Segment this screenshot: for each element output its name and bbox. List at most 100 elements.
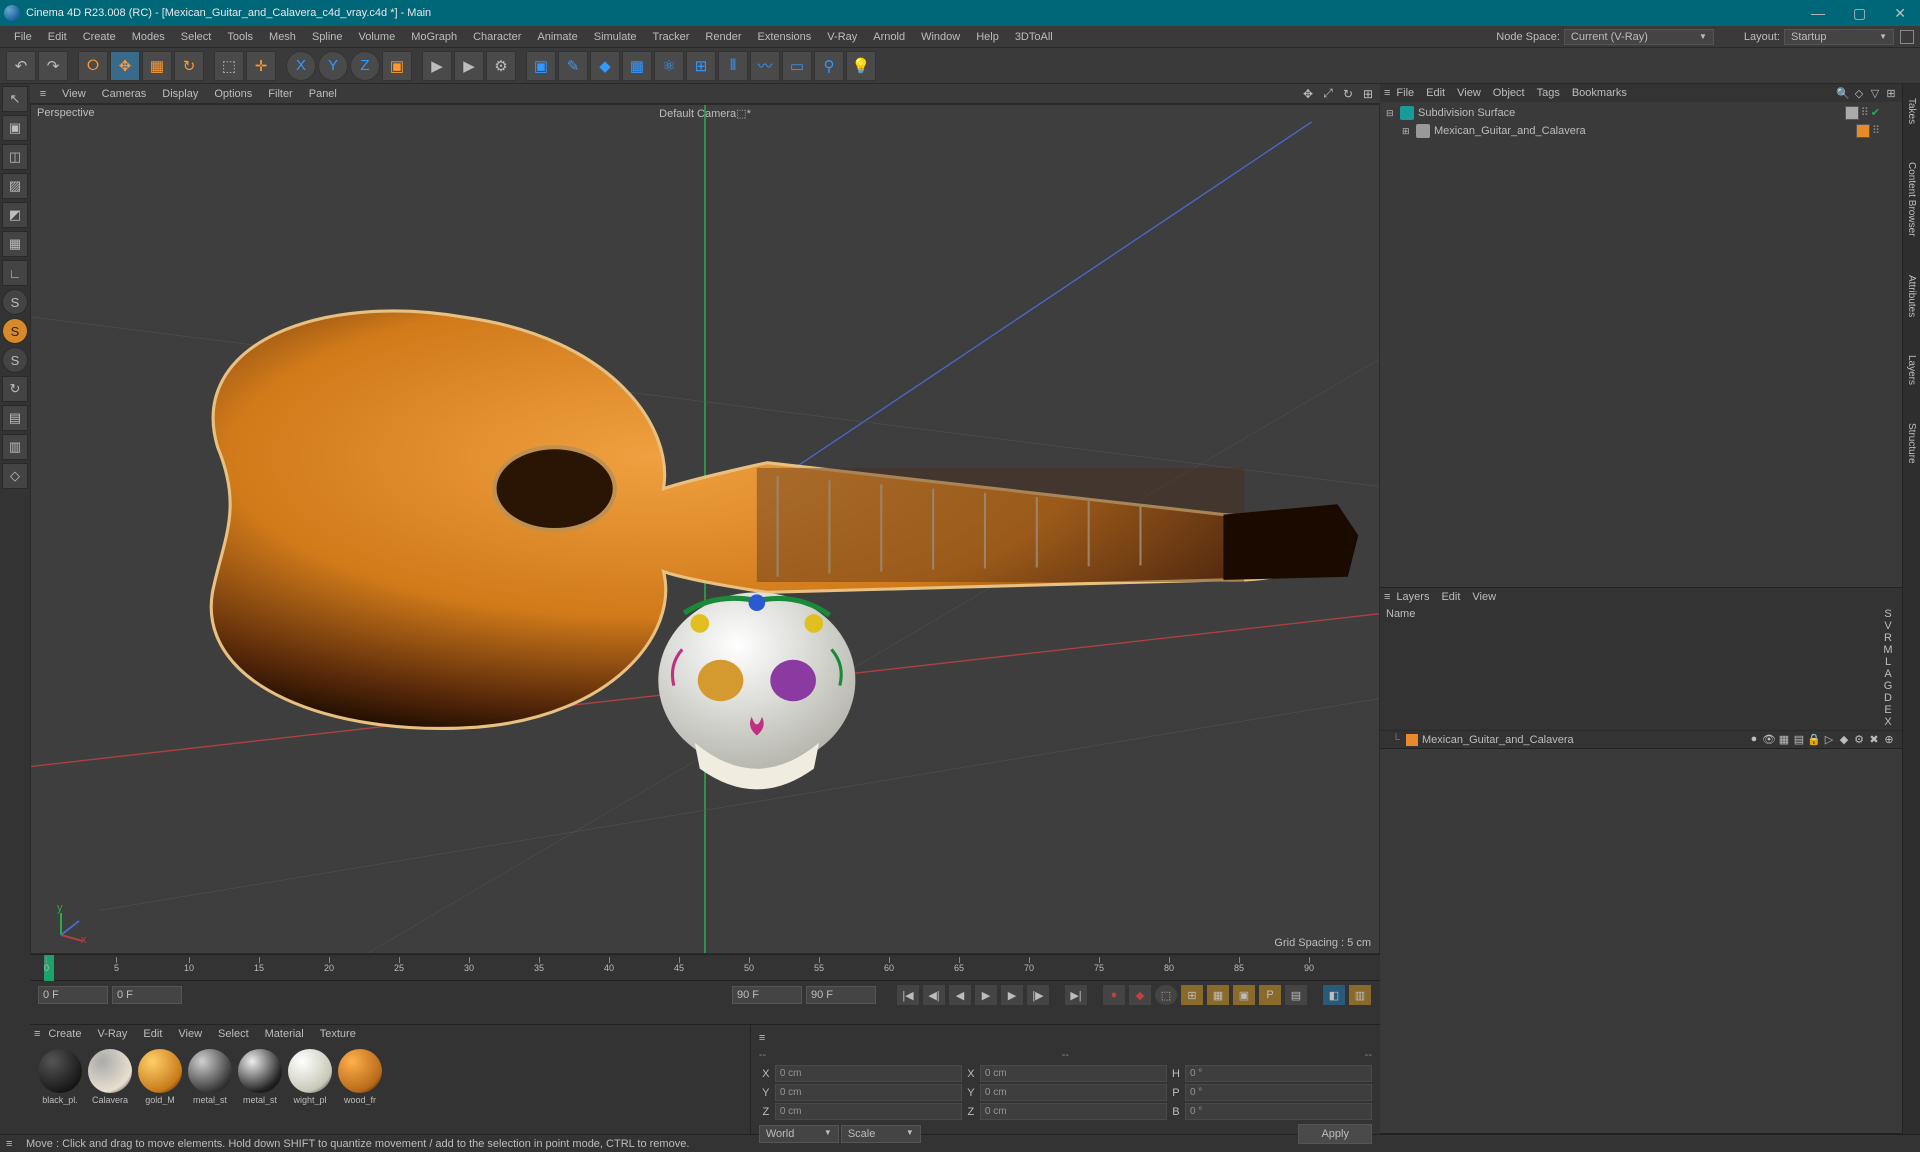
object-tag[interactable] [1856, 124, 1870, 138]
visibility-dots[interactable]: ⠿ [1872, 124, 1880, 138]
size-y-field[interactable]: 0 cm [980, 1084, 1167, 1101]
menu-edit[interactable]: Edit [40, 31, 75, 43]
symmetry-button[interactable]: ⦀ [718, 51, 748, 81]
dock-tab-content-browser[interactable]: Content Browser [1906, 158, 1917, 240]
layout-browse-button[interactable] [1900, 30, 1914, 44]
coord-size-combo[interactable]: Scale▼ [841, 1125, 921, 1143]
render-view-button[interactable]: ▶ [454, 51, 484, 81]
layers-menu-edit[interactable]: Edit [1435, 591, 1466, 603]
keyframe-sel-button[interactable]: ⬚ [1154, 984, 1178, 1006]
menu-select[interactable]: Select [173, 31, 220, 43]
light-button[interactable]: 💡 [846, 51, 876, 81]
prev-frame-button[interactable]: ◀ [948, 984, 972, 1006]
frame-end2-field[interactable]: 90 F [806, 986, 876, 1004]
expand-icon[interactable]: ⊞ [1402, 126, 1412, 137]
rotate-button[interactable]: ↻ [174, 51, 204, 81]
status-menu-icon[interactable]: ≡ [6, 1138, 20, 1150]
next-key-button[interactable]: |▶ [1026, 984, 1050, 1006]
layout-combo[interactable]: Startup▼ [1784, 29, 1894, 45]
pos-y-field[interactable]: 0 cm [775, 1084, 962, 1101]
visibility-dots[interactable]: ⠿ [1861, 106, 1869, 120]
goto-start-button[interactable]: |◀ [896, 984, 920, 1006]
pos-z-field[interactable]: 0 cm [775, 1103, 962, 1120]
next-frame-button[interactable]: ▶ [1000, 984, 1024, 1006]
mode-button-8[interactable]: S [2, 318, 28, 344]
coord-menu-icon[interactable]: ≡ [759, 1032, 765, 1044]
rot-p-field[interactable]: 0 ° [1185, 1084, 1372, 1101]
layers-menu-layers[interactable]: Layers [1390, 591, 1435, 603]
menu-extensions[interactable]: Extensions [749, 31, 819, 43]
menu-volume[interactable]: Volume [351, 31, 404, 43]
vp-rotate-icon[interactable]: ↻ [1340, 87, 1356, 101]
coord-button[interactable]: ▣ [382, 51, 412, 81]
object-row[interactable]: ⊞ Mexican_Guitar_and_Calavera ⠿ [1382, 122, 1900, 140]
menu-create[interactable]: Create [75, 31, 124, 43]
cloner-button[interactable]: ⊞ [686, 51, 716, 81]
subdiv-button[interactable]: ◆ [590, 51, 620, 81]
undo-button[interactable]: ↶ [6, 51, 36, 81]
timeline-ruler[interactable]: 051015202530354045505560657075808590 [30, 955, 1380, 981]
vp-move-icon[interactable]: ✥ [1300, 87, 1316, 101]
timeline-opt2-button[interactable]: ▥ [1348, 984, 1372, 1006]
menu-modes[interactable]: Modes [124, 31, 173, 43]
mode-button-4[interactable]: ◩ [2, 202, 28, 228]
objmgr-menu-object[interactable]: Object [1487, 87, 1531, 99]
pla-key-button[interactable]: ▤ [1284, 984, 1308, 1006]
enable-check-icon[interactable]: ✔ [1871, 106, 1880, 120]
material-item[interactable]: metal_st [186, 1049, 234, 1128]
vp-zoom-icon[interactable]: ⤢ [1320, 86, 1336, 101]
mode-button-10[interactable]: ↻ [2, 376, 28, 402]
menu-file[interactable]: File [6, 31, 40, 43]
mat-menu-select[interactable]: Select [210, 1028, 257, 1040]
menu-mograph[interactable]: MoGraph [403, 31, 465, 43]
scale-button[interactable]: ▦ [142, 51, 172, 81]
object-tag[interactable] [1845, 106, 1859, 120]
layers-menu-view[interactable]: View [1466, 591, 1502, 603]
dock-tab-takes[interactable]: Takes [1906, 94, 1917, 128]
object-name[interactable]: Subdivision Surface [1418, 107, 1841, 119]
mode-button-5[interactable]: ▦ [2, 231, 28, 257]
object-row[interactable]: ⊟ Subdivision Surface ⠿✔ [1382, 104, 1900, 122]
vp-menu-display[interactable]: Display [154, 88, 206, 100]
mat-menu-view[interactable]: View [170, 1028, 210, 1040]
rot-h-field[interactable]: 0 ° [1185, 1065, 1372, 1082]
mode-button-0[interactable]: ↖ [2, 86, 28, 112]
material-item[interactable]: metal_st [236, 1049, 284, 1128]
vp-menu-cameras[interactable]: Cameras [94, 88, 155, 100]
object-name[interactable]: Mexican_Guitar_and_Calavera [1434, 125, 1852, 137]
mat-menu-create[interactable]: Create [40, 1028, 89, 1040]
move-button[interactable]: ✥ [110, 51, 140, 81]
vp-menu-panel[interactable]: Panel [301, 88, 345, 100]
frame-current-field[interactable]: 0 F [112, 986, 182, 1004]
floor-button[interactable]: ▭ [782, 51, 812, 81]
redo-button[interactable]: ↷ [38, 51, 68, 81]
dock-tab-structure[interactable]: Structure [1906, 419, 1917, 468]
x-axis-button[interactable]: X [286, 51, 316, 81]
material-item[interactable]: Calavera [86, 1049, 134, 1128]
viewport[interactable]: Perspective Default Camera⬚* Grid Spacin… [30, 104, 1380, 954]
size-z-field[interactable]: 0 cm [980, 1103, 1167, 1120]
menu-simulate[interactable]: Simulate [586, 31, 645, 43]
size-x-field[interactable]: 0 cm [980, 1065, 1167, 1082]
scale-key-button[interactable]: ▦ [1206, 984, 1230, 1006]
menu-help[interactable]: Help [968, 31, 1007, 43]
objmgr-filter-icon[interactable]: ◇ [1852, 87, 1866, 100]
pen-tool-button[interactable]: ✎ [558, 51, 588, 81]
axis-button[interactable]: ✛ [246, 51, 276, 81]
vp-layout-icon[interactable]: ⊞ [1360, 87, 1376, 101]
mode-button-13[interactable]: ◇ [2, 463, 28, 489]
mode-button-3[interactable]: ▨ [2, 173, 28, 199]
mode-button-1[interactable]: ▣ [2, 115, 28, 141]
objmgr-menu-tags[interactable]: Tags [1531, 87, 1566, 99]
cube-primitive-button[interactable]: ▣ [526, 51, 556, 81]
camera-button[interactable]: ⚲ [814, 51, 844, 81]
objmgr-menu-view[interactable]: View [1451, 87, 1487, 99]
prev-key-button[interactable]: ◀| [922, 984, 946, 1006]
maximize-button[interactable]: ▢ [1853, 5, 1866, 22]
expand-icon[interactable]: ⊟ [1386, 108, 1396, 119]
record-button[interactable]: ● [1102, 984, 1126, 1006]
objmgr-view-icon[interactable]: ▽ [1868, 87, 1882, 100]
menu-window[interactable]: Window [913, 31, 968, 43]
mat-menu-texture[interactable]: Texture [312, 1028, 364, 1040]
play-button[interactable]: ▶ [974, 984, 998, 1006]
